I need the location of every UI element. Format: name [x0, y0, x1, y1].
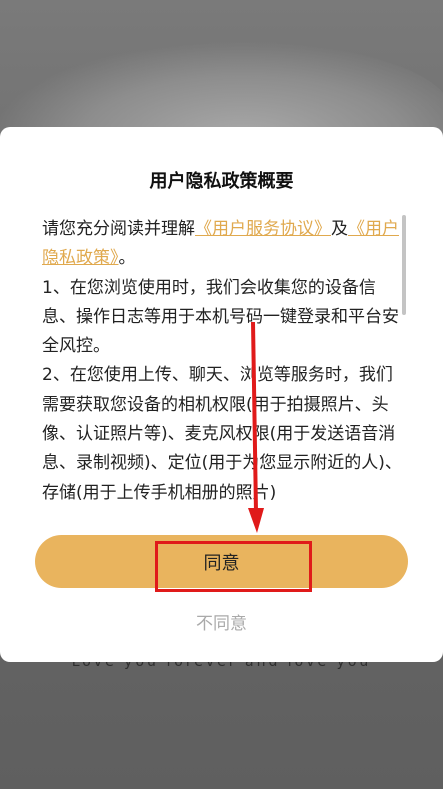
annotation-arrow	[248, 321, 264, 533]
annotation-arrow-head	[248, 508, 264, 533]
annotation-arrow-line	[251, 321, 258, 513]
